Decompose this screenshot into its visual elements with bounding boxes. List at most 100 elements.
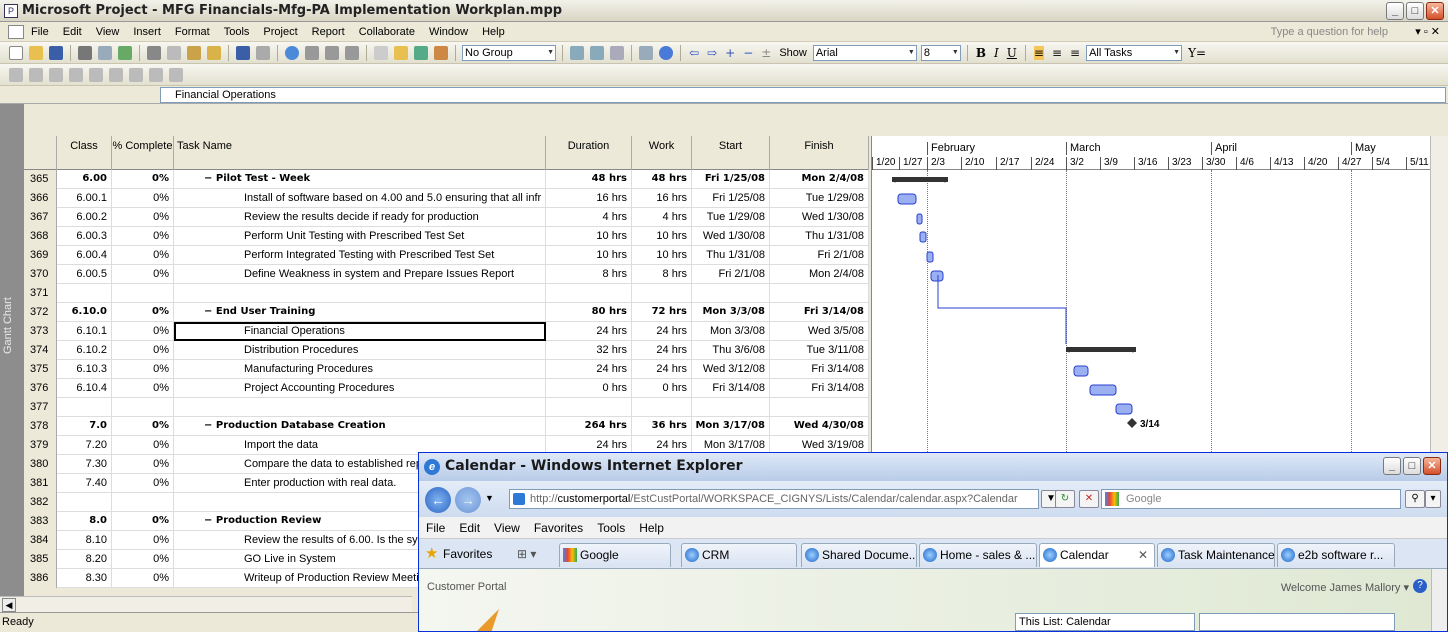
cell-pct[interactable]	[112, 493, 174, 512]
cell-cls[interactable]: 8.10	[57, 531, 112, 550]
ie-scrollbar[interactable]	[1431, 569, 1447, 631]
menu-collaborate[interactable]: Collaborate	[352, 26, 422, 38]
show-dropdown[interactable]: Show	[779, 47, 807, 59]
autofilter-icon[interactable]: Y=	[1188, 46, 1206, 60]
cell-name[interactable]	[174, 284, 546, 303]
cell-id[interactable]: 378	[24, 417, 57, 436]
cell-pct[interactable]: 0%	[112, 322, 174, 341]
header-pct-complete[interactable]: % Complete	[112, 136, 174, 170]
search-icon[interactable]: ⚲	[1405, 490, 1425, 508]
toolbar-icon-4[interactable]	[69, 67, 83, 82]
cell-cls[interactable]: 6.00.3	[57, 227, 112, 246]
menu-window[interactable]: Window	[422, 26, 475, 38]
cell-finish[interactable]	[770, 284, 869, 303]
cell-cls[interactable]: 7.20	[57, 436, 112, 455]
cell-work[interactable]	[632, 284, 692, 303]
header-finish[interactable]: Finish	[770, 136, 869, 170]
cell-cls[interactable]: 8.0	[57, 512, 112, 531]
forward-icon[interactable]: →	[455, 487, 481, 513]
cell-cls[interactable]: 6.00	[57, 170, 112, 189]
ie-menu-tools[interactable]: Tools	[590, 521, 632, 535]
cell-pct[interactable]: 0%	[112, 569, 174, 588]
cell-work[interactable]: 0 hrs	[632, 379, 692, 398]
cell-finish[interactable]: Wed 3/5/08	[770, 322, 869, 341]
header-work[interactable]: Work	[632, 136, 692, 170]
paste-icon[interactable]	[187, 45, 201, 60]
project-app-icon[interactable]: P	[4, 3, 18, 18]
cell-start[interactable]: Thu 1/31/08	[692, 246, 770, 265]
cell-work[interactable]	[632, 398, 692, 417]
underline-icon[interactable]: U	[1007, 46, 1017, 60]
cell-pct[interactable]: 0%	[112, 265, 174, 284]
cell-name[interactable]: − Production Database Creation	[174, 417, 546, 436]
print-preview-icon[interactable]	[98, 45, 112, 60]
cell-pct[interactable]: 0%	[112, 531, 174, 550]
cell-cls[interactable]: 7.0	[57, 417, 112, 436]
cell-dur[interactable]: 10 hrs	[546, 246, 632, 265]
table-row[interactable]: 367 6.00.2 0% Review the results decide if …	[24, 208, 869, 227]
close-button[interactable]: ✕	[1426, 2, 1444, 20]
cell-start[interactable]: Wed 3/12/08	[692, 360, 770, 379]
help-icon[interactable]	[659, 45, 673, 60]
cell-start[interactable]: Wed 1/30/08	[692, 227, 770, 246]
tab-crm[interactable]: CRM	[681, 543, 797, 567]
cell-start[interactable]: Mon 3/17/08	[692, 417, 770, 436]
cell-finish[interactable]	[770, 398, 869, 417]
cell-name[interactable]: Perform Integrated Testing with Prescrib…	[174, 246, 546, 265]
task-bar[interactable]	[1073, 365, 1089, 377]
cell-start[interactable]	[692, 398, 770, 417]
tab-home-sales[interactable]: Home - sales & ...	[919, 543, 1037, 567]
task-bar[interactable]	[919, 231, 927, 243]
cell-start[interactable]	[692, 284, 770, 303]
welcome-menu[interactable]: Welcome James Mallory ▾	[1281, 581, 1409, 594]
table-row[interactable]: 372 6.10.0 0% − End User Training 80 hrs 72 h…	[24, 303, 869, 322]
cell-work[interactable]: 72 hrs	[632, 303, 692, 322]
toolbar-icon-8[interactable]	[149, 67, 163, 82]
tab-e2b-software[interactable]: e2b software r...	[1277, 543, 1395, 567]
cell-finish[interactable]: Wed 1/30/08	[770, 208, 869, 227]
tab-task-maintenance[interactable]: Task Maintenance	[1157, 543, 1275, 567]
cell-finish[interactable]: Fri 3/14/08	[770, 379, 869, 398]
ie-minimize-button[interactable]: _	[1383, 457, 1401, 475]
align-center-icon[interactable]: ≡	[1052, 46, 1062, 60]
italic-icon[interactable]: I	[994, 46, 999, 60]
cell-cls[interactable]: 6.00.4	[57, 246, 112, 265]
document-icon[interactable]	[8, 24, 24, 39]
cell-id[interactable]: 380	[24, 455, 57, 474]
cell-name[interactable]: Review the results decide if ready for p…	[174, 208, 546, 227]
menu-edit[interactable]: Edit	[56, 26, 89, 38]
cell-id[interactable]: 382	[24, 493, 57, 512]
align-left-icon[interactable]: ≡	[1033, 45, 1044, 60]
cell-cls[interactable]: 8.20	[57, 550, 112, 569]
cell-work[interactable]: 24 hrs	[632, 322, 692, 341]
table-row[interactable]: 378 7.0 0% − Production Database Creation 26…	[24, 417, 869, 436]
menu-help[interactable]: Help	[475, 26, 512, 38]
cell-dur[interactable]: 24 hrs	[546, 360, 632, 379]
cell-pct[interactable]: 0%	[112, 512, 174, 531]
cell-pct[interactable]: 0%	[112, 208, 174, 227]
cell-cls[interactable]: 6.10.2	[57, 341, 112, 360]
cell-id[interactable]: 385	[24, 550, 57, 569]
cell-start[interactable]: Fri 3/14/08	[692, 379, 770, 398]
header-duration[interactable]: Duration	[546, 136, 632, 170]
cell-cls[interactable]: 6.00.2	[57, 208, 112, 227]
cell-pct[interactable]: 0%	[112, 474, 174, 493]
cell-pct[interactable]: 0%	[112, 379, 174, 398]
open-icon[interactable]	[29, 45, 43, 60]
toolbar-icon-6[interactable]	[109, 67, 123, 82]
cell-work[interactable]: 24 hrs	[632, 341, 692, 360]
toolbar-icon-9[interactable]	[169, 67, 183, 82]
header-class[interactable]: Class	[57, 136, 112, 170]
unlink-tasks-icon[interactable]	[325, 45, 339, 60]
tab-google[interactable]: Google	[559, 543, 671, 567]
cell-work[interactable]: 36 hrs	[632, 417, 692, 436]
menu-format[interactable]: Format	[168, 26, 217, 38]
cell-pct[interactable]: 0%	[112, 360, 174, 379]
cell-pct[interactable]: 0%	[112, 189, 174, 208]
cell-dur[interactable]: 24 hrs	[546, 322, 632, 341]
cell-finish[interactable]: Fri 3/14/08	[770, 303, 869, 322]
ie-menu-view[interactable]: View	[487, 521, 527, 535]
menu-report[interactable]: Report	[305, 26, 352, 38]
group-by-dropdown[interactable]: No Group	[462, 44, 556, 61]
font-dropdown[interactable]: Arial	[812, 44, 917, 61]
